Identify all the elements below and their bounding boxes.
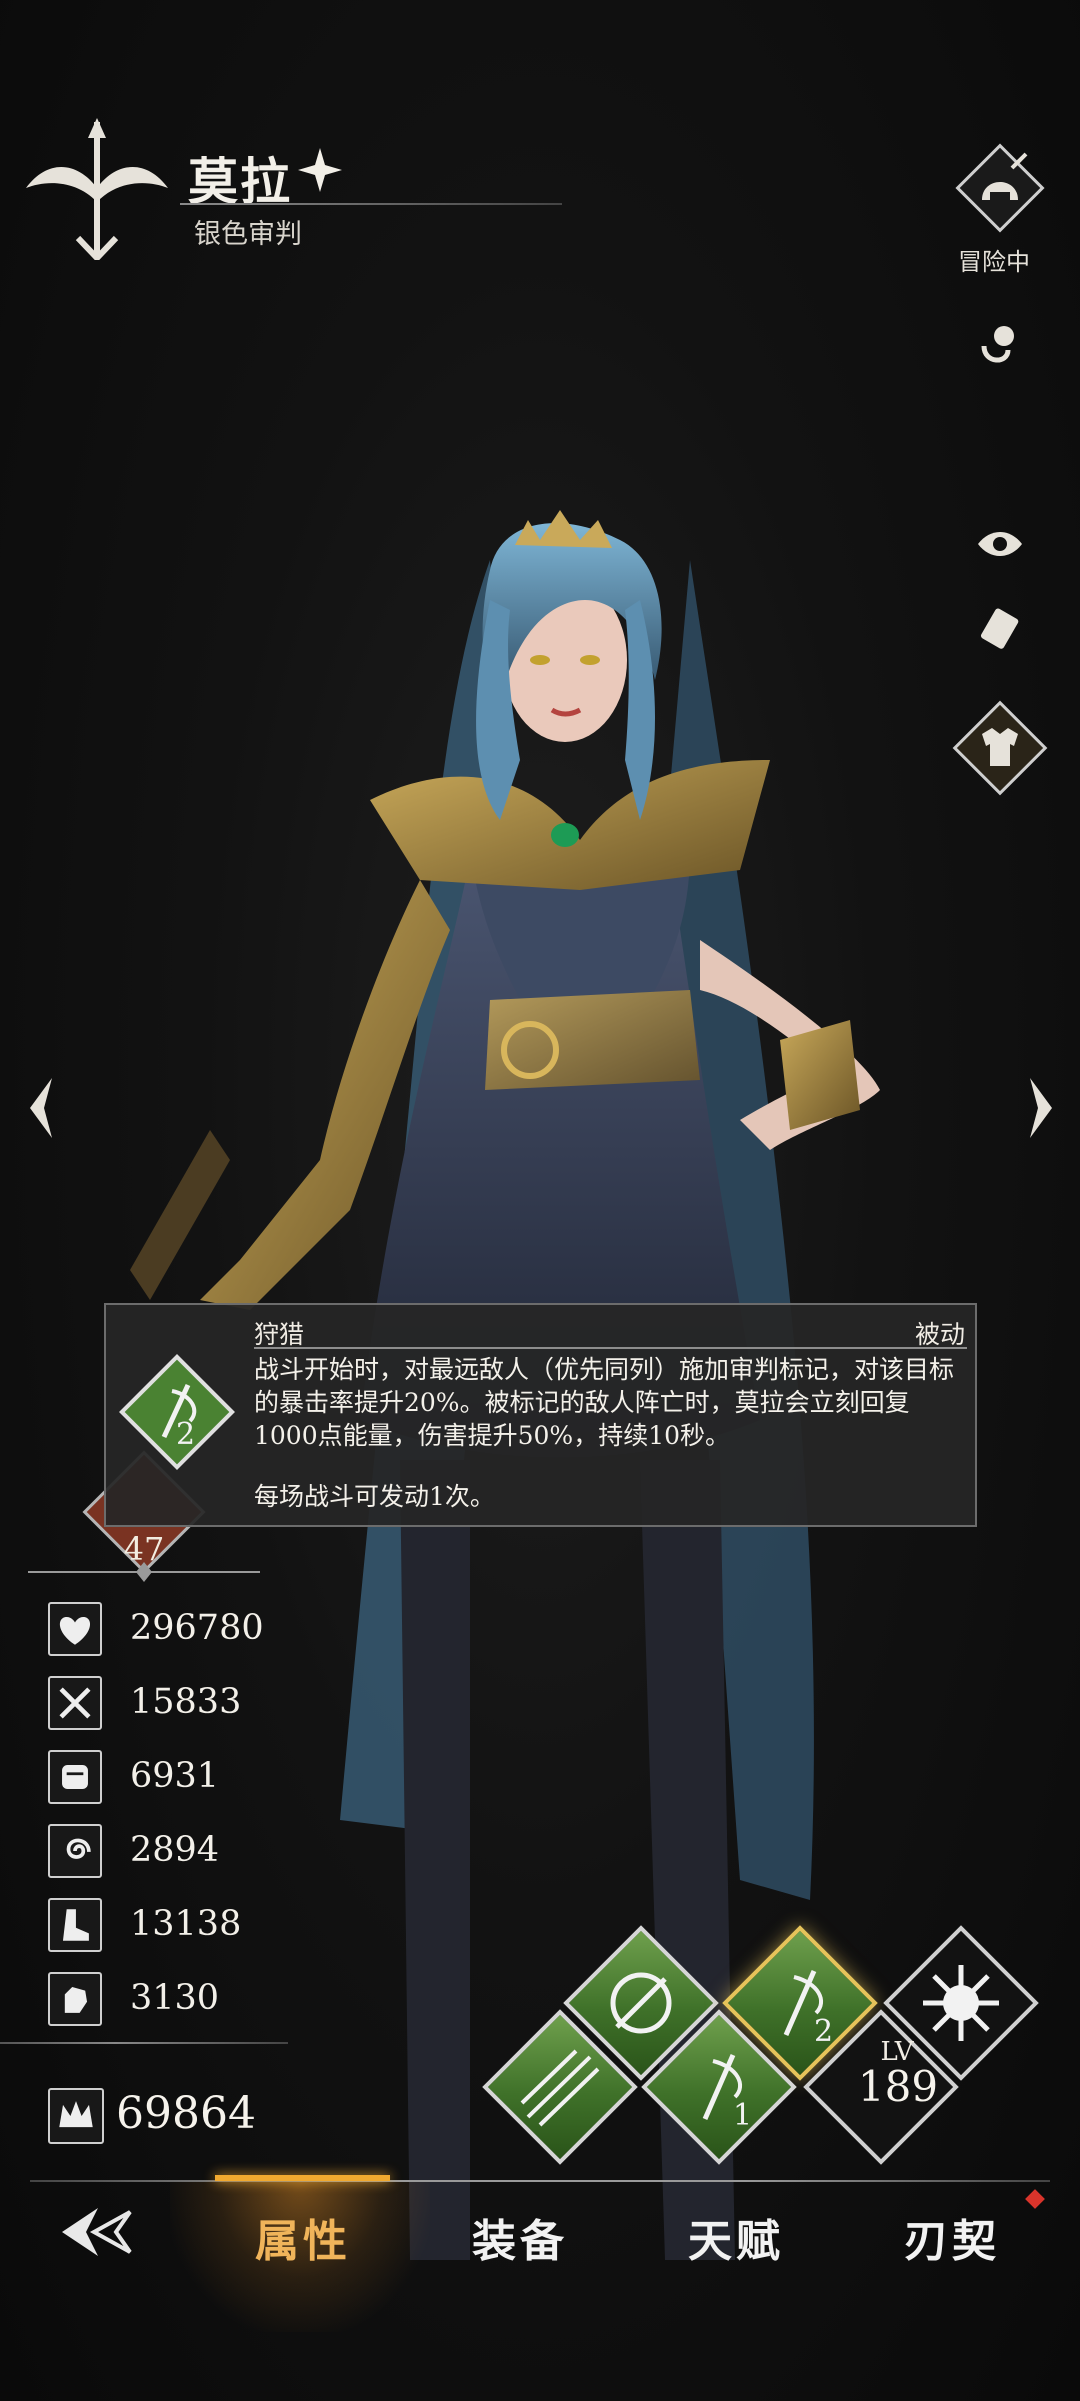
stat-row-health: 296780: [48, 1602, 348, 1656]
skill-description: 战斗开始时，对最远敌人（优先同列）施加审判标记，对该目标的暴击率提升20%。被标…: [254, 1355, 955, 1450]
stat-value: 6931: [130, 1756, 220, 1796]
skill-tooltip-icon: [119, 1354, 235, 1470]
svg-text:2: 2: [814, 2014, 833, 2049]
stat-value: 15833: [130, 1682, 242, 1722]
swirl-icon: [48, 1824, 102, 1878]
previous-hero-icon[interactable]: [22, 1076, 62, 1140]
pacifier-icon[interactable]: [974, 316, 1026, 368]
stat-row-grab: 3130: [48, 1972, 348, 2026]
next-hero-icon[interactable]: [1020, 1076, 1060, 1140]
header-divider: [180, 203, 562, 205]
outfit-icon[interactable]: [948, 696, 1052, 800]
power-crown-icon: [48, 2088, 104, 2144]
nav-divider: [30, 2180, 1050, 2182]
stats-ornament: [28, 1562, 260, 1582]
skill-tooltip: 2 狩猎 被动 战斗开始时，对最远敌人（优先同列）施加审判标记，对该目标的暴击率…: [104, 1303, 977, 1527]
combat-power: 69864: [116, 2088, 256, 2139]
stat-row-speed: 13138: [48, 1898, 348, 1952]
active-tab-indicator: [215, 2175, 390, 2181]
skill-name: 狩猎: [254, 1320, 305, 1349]
stat-value: 13138: [130, 1904, 242, 1944]
hero-level: 189: [857, 2062, 939, 2111]
stats-divider: [0, 2042, 288, 2044]
back-icon[interactable]: [58, 2202, 138, 2262]
class-emblem-icon: [26, 118, 168, 260]
tooltip-divider: [254, 1347, 967, 1349]
boot-icon: [48, 1898, 102, 1952]
stat-value: 2894: [130, 1830, 220, 1870]
crossed-swords-icon: [48, 1676, 102, 1730]
hero-title: 银色审判: [194, 219, 302, 250]
tab-blade-pact[interactable]: 刃契: [904, 2205, 1000, 2269]
stat-value: 296780: [130, 1608, 264, 1648]
tab-talents[interactable]: 天赋: [688, 2205, 784, 2269]
stat-row-defense: 6931: [48, 1750, 348, 1804]
character-screen: 莫拉 银色审判 冒险中 47 2 狩猎 被动 战斗开始时，对最远敌人（优先同列）…: [0, 0, 1080, 2401]
stat-value: 3130: [130, 1978, 220, 2018]
fist-icon: [48, 1750, 102, 1804]
tab-attributes[interactable]: 属性: [255, 2205, 351, 2269]
skill-type: 被动: [914, 1320, 965, 1349]
stat-row-attack: 15833: [48, 1676, 348, 1730]
skill-tooltip-number: 2: [176, 1417, 196, 1452]
eraser-icon[interactable]: [974, 604, 1026, 656]
star-rank-icon: [298, 148, 342, 192]
adventure-helmet-icon[interactable]: [952, 140, 1048, 236]
heart-icon: [48, 1602, 102, 1656]
skill-usage-note: 每场战斗可发动1次。: [254, 1482, 495, 1511]
stat-row-swirl: 2894: [48, 1824, 348, 1878]
svg-text:1: 1: [733, 2098, 752, 2133]
tab-equipment[interactable]: 装备: [472, 2205, 568, 2269]
grab-hand-icon: [48, 1972, 102, 2026]
eye-icon[interactable]: [974, 518, 1026, 570]
adventure-status-label: 冒险中: [958, 248, 1030, 276]
